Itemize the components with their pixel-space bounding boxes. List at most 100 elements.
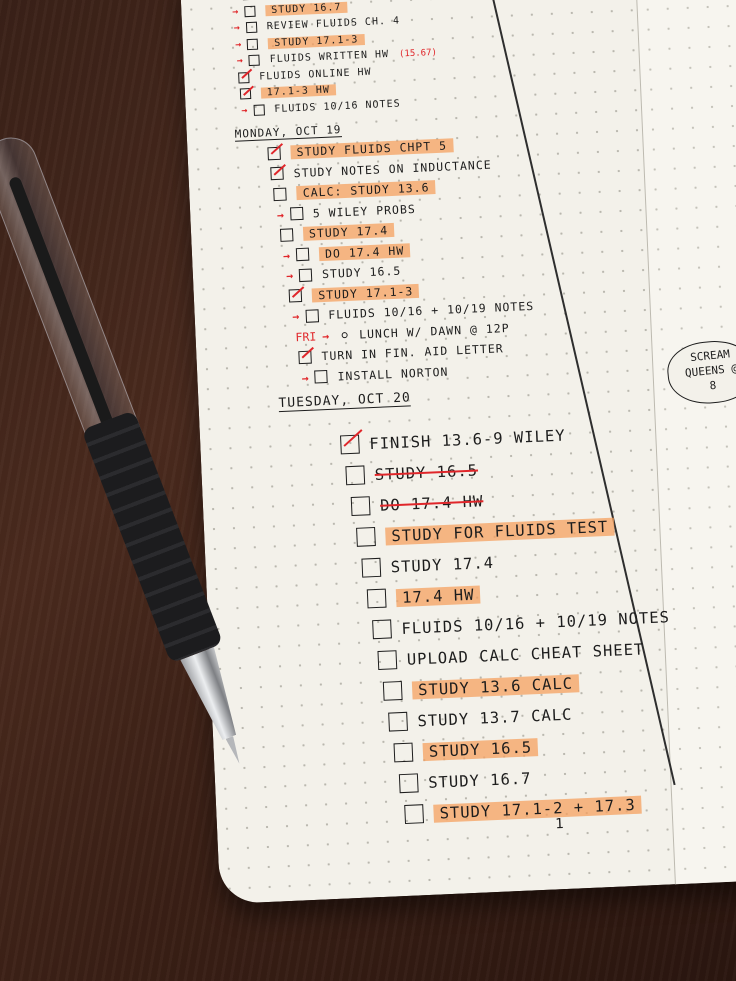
task-row: FINISH 13.6-9 WILEY xyxy=(340,426,566,455)
checked-checkbox[interactable] xyxy=(340,434,360,455)
task-text: STUDY 16.7 xyxy=(264,1,348,16)
task-text: UPLOAD CALC CHEAT SHEET xyxy=(406,639,645,669)
task-note: (15.67) xyxy=(398,47,438,60)
checked-checkbox[interactable] xyxy=(298,350,312,364)
task-row: STUDY FLUIDS CHPT 5 xyxy=(267,138,454,160)
task-row: → REVIEW FLUIDS CH. 4 xyxy=(234,15,401,33)
task-text: 17.1-3 HW xyxy=(260,84,337,99)
task-text: CALC: STUDY 13.6 xyxy=(296,180,436,201)
monday-heading: MONDAY, OCT 19 xyxy=(234,123,342,142)
checked-checkbox[interactable] xyxy=(270,166,284,181)
task-row: STUDY NOTES ON INDUCTANCE xyxy=(270,157,492,181)
checkbox[interactable] xyxy=(248,54,261,67)
task-text: STUDY NOTES ON INDUCTANCE xyxy=(293,157,492,180)
task-row: FRI → LUNCH W/ DAWN @ 12P xyxy=(295,320,510,343)
task-row: STUDY 13.7 CALC xyxy=(388,705,573,732)
task-row: STUDY FOR FLUIDS TEST xyxy=(356,517,615,547)
checkbox[interactable] xyxy=(366,588,387,609)
task-text: FLUIDS ONLINE HW xyxy=(259,66,372,83)
task-text: 5 WILEY PROBS xyxy=(312,201,417,220)
checkbox[interactable] xyxy=(350,496,371,517)
task-text: STUDY 13.6 CALC xyxy=(411,673,580,700)
journal-right-page xyxy=(634,0,736,885)
checkbox[interactable] xyxy=(393,742,414,763)
task-text: 17.4 HW xyxy=(395,584,481,607)
task-text: STUDY 13.7 CALC xyxy=(417,705,573,730)
checkbox[interactable] xyxy=(314,369,328,384)
migrated-arrow-icon: → xyxy=(285,268,294,283)
task-row: STUDY 16.7 xyxy=(398,768,532,794)
migrated-arrow-icon: → xyxy=(235,38,242,51)
checkbox[interactable] xyxy=(372,619,392,640)
task-row: FLUIDS ONLINE HW xyxy=(238,66,372,84)
task-row: STUDY 17.4 xyxy=(361,553,494,578)
pen-point xyxy=(226,736,244,765)
task-row: STUDY 17.4 xyxy=(279,222,395,242)
task-text: TURN IN FIN. AID LETTER xyxy=(321,341,504,364)
checkbox[interactable] xyxy=(298,268,313,282)
task-row: TURN IN FIN. AID LETTER xyxy=(298,341,504,364)
task-row: 17.1-3 HW xyxy=(239,84,337,100)
checked-checkbox[interactable] xyxy=(239,88,252,100)
checkbox[interactable] xyxy=(244,5,256,17)
task-text: FLUIDS WRITTEN HW xyxy=(269,48,390,66)
migrated-arrow-icon: → xyxy=(236,55,244,67)
checkbox[interactable] xyxy=(247,38,259,50)
checkbox[interactable] xyxy=(305,308,319,323)
task-row: 17.4 HW xyxy=(366,584,481,609)
migrated-arrow-icon: → xyxy=(276,207,285,222)
task-text: STUDY 16.5 xyxy=(321,263,402,282)
migrated-arrow-icon: → xyxy=(241,104,248,116)
task-text: STUDY 17.4 xyxy=(390,553,495,576)
task-text: DO 17.4 HW xyxy=(379,491,484,515)
page-number: 1 xyxy=(554,816,564,833)
checkbox[interactable] xyxy=(388,711,408,732)
task-text: STUDY FOR FLUIDS TEST xyxy=(385,517,615,546)
migrated-arrow-icon: → xyxy=(301,370,309,385)
task-text: STUDY FLUIDS CHPT 5 xyxy=(290,138,454,160)
checkbox[interactable] xyxy=(295,247,310,262)
task-row: → STUDY 16.5 xyxy=(286,264,402,283)
checkbox[interactable] xyxy=(273,187,288,201)
migrated-arrow-icon: → xyxy=(292,309,300,324)
event-bullet-icon xyxy=(341,331,348,338)
task-text: STUDY 16.5 xyxy=(374,460,479,484)
checked-checkbox[interactable] xyxy=(288,288,303,303)
task-row: →STUDY 16.5 xyxy=(230,0,346,1)
task-text: REVIEW FLUIDS CH. 4 xyxy=(266,15,401,33)
checkbox[interactable] xyxy=(345,465,366,486)
day-label: FRI xyxy=(295,328,317,344)
checkbox[interactable] xyxy=(253,103,265,116)
checked-checkbox[interactable] xyxy=(238,71,250,84)
checkbox[interactable] xyxy=(356,527,376,547)
task-text: DO 17.4 HW xyxy=(318,242,411,261)
checkbox[interactable] xyxy=(377,650,398,671)
checkbox[interactable] xyxy=(279,227,294,242)
checkbox[interactable] xyxy=(245,21,257,34)
task-text: FLUIDS 10/16 + 10/19 NOTES xyxy=(401,607,671,638)
task-row: → STUDY 17.1-3 xyxy=(235,33,365,51)
task-text: STUDY 17.1-3 xyxy=(268,33,365,49)
migrated-arrow-icon: → xyxy=(282,247,291,263)
checked-checkbox[interactable] xyxy=(267,146,281,160)
task-row: → FLUIDS 10/16 + 10/19 NOTES xyxy=(292,299,534,324)
task-row: CALC: STUDY 13.6 xyxy=(273,180,436,201)
checkbox[interactable] xyxy=(289,206,304,221)
task-row: → STUDY 16.7 xyxy=(232,1,348,17)
checkbox[interactable] xyxy=(404,804,425,824)
task-row: STUDY 16.5 xyxy=(393,737,539,763)
task-row: STUDY 16.5 xyxy=(345,460,479,486)
migrated-arrow-icon: → xyxy=(233,22,241,34)
checkbox[interactable] xyxy=(382,680,403,701)
task-text: INSTALL NORTON xyxy=(337,364,449,383)
pen-tip xyxy=(180,647,246,744)
task-row: → 5 WILEY PROBS xyxy=(277,201,416,221)
task-row: STUDY 17.1-2 + 17.3 xyxy=(404,795,643,824)
task-row: FLUIDS 10/16 + 10/19 NOTES xyxy=(372,607,671,640)
migrated-arrow-icon: → xyxy=(321,328,330,343)
checkbox[interactable] xyxy=(361,557,382,578)
checkbox[interactable] xyxy=(398,773,419,794)
task-text: STUDY 16.7 xyxy=(427,768,532,792)
task-row: UPLOAD CALC CHEAT SHEET xyxy=(377,639,645,671)
task-text: STUDY 17.1-3 xyxy=(311,283,420,303)
